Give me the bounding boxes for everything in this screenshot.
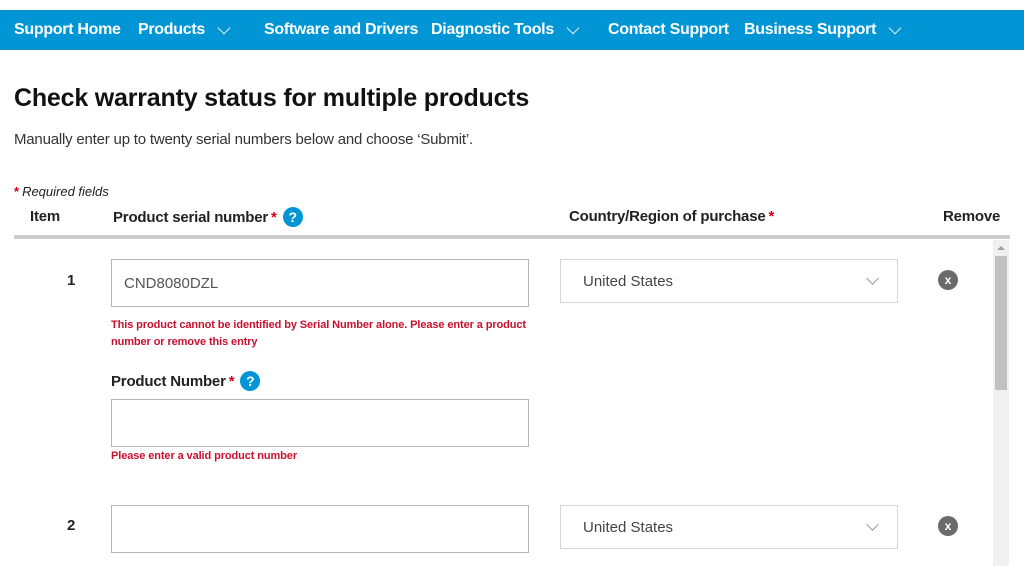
product-number-input[interactable] [111,399,529,447]
page-title: Check warranty status for multiple produ… [14,84,530,112]
required-star: * [271,208,277,226]
scroll-up-button[interactable] [993,240,1009,255]
nav-item-products[interactable]: Products [138,11,231,49]
country-select[interactable]: United States [560,259,898,303]
nav-item-label: Support Home [14,21,121,38]
nav-item-contact-support[interactable]: Contact Support [608,11,729,49]
item-number: 2 [67,517,76,534]
product-number-error-message: Please enter a valid product number [111,450,298,462]
scrollbar-thumb[interactable] [995,256,1007,390]
nav-item-business-support[interactable]: Business Support [744,11,902,49]
nav-item-label: Products [138,21,205,38]
column-header-country-text: Country/Region of purchase [569,208,766,225]
chevron-down-icon [217,21,231,35]
top-nav-bar: Support Home Products Software and Drive… [0,10,1024,50]
nav-item-label: Contact Support [608,21,729,38]
required-star: * [768,208,775,225]
column-header-item: Item [30,208,61,225]
nav-item-label: Software and Drivers [264,21,419,38]
help-icon[interactable]: ? [240,371,261,391]
column-header-serial: Product serial number *? [113,207,303,228]
product-number-label: Product Number *? [111,371,261,392]
column-header-remove: Remove [943,208,1001,225]
column-header-country: Country/Region of purchase * [569,208,774,225]
arrow-up-icon [997,245,1005,250]
required-fields-note: * Required fields [14,184,109,199]
header-divider [14,235,1010,239]
nav-item-label: Business Support [744,21,877,38]
required-star: * [14,184,20,199]
column-header-serial-text: Product serial number [113,208,269,226]
item-number: 1 [67,272,76,289]
chevron-down-icon [866,518,879,531]
page-subtitle: Manually enter up to twenty serial numbe… [14,131,473,148]
chevron-down-icon [566,21,580,35]
required-note-text: Required fields [22,184,109,199]
serial-error-message: This product cannot be identified by Ser… [111,319,526,348]
chevron-down-icon [866,272,879,285]
country-select-value: United States [583,518,674,536]
country-select-value: United States [583,272,674,290]
help-icon[interactable]: ? [282,207,303,227]
required-star: * [228,372,235,390]
chevron-down-icon [888,21,902,35]
remove-entry-button[interactable]: x [938,270,958,290]
product-number-label-text: Product Number [111,372,226,390]
country-select[interactable]: United States [560,505,898,549]
nav-item-software-drivers[interactable]: Software and Drivers [264,11,418,49]
nav-item-label: Diagnostic Tools [431,21,554,38]
serial-number-input[interactable] [111,259,529,307]
nav-item-support-home[interactable]: Support Home [14,11,121,49]
nav-item-diagnostic-tools[interactable]: Diagnostic Tools [431,11,580,49]
scrollbar[interactable] [993,240,1009,566]
remove-entry-button[interactable]: x [938,516,958,536]
serial-number-input[interactable] [111,505,529,553]
